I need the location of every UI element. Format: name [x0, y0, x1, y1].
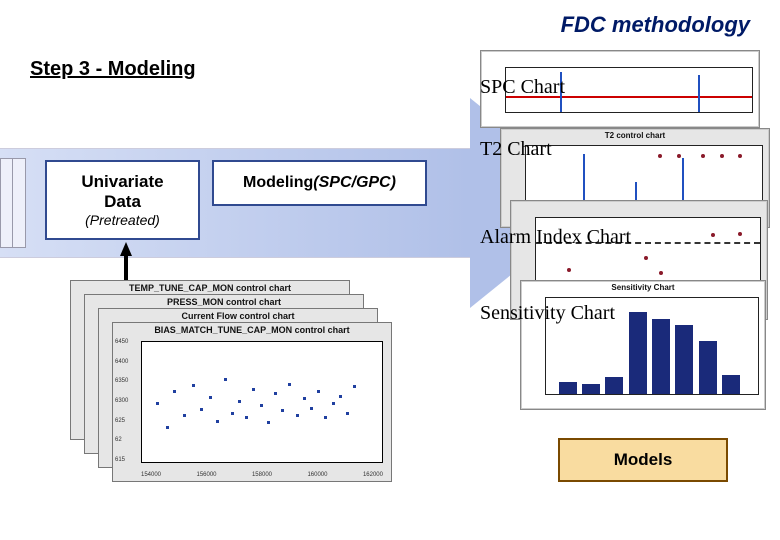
t2-chart-label: T2 Chart: [480, 138, 552, 161]
mini-chart-4: BIAS_MATCH_TUNE_CAP_MON control chart 64…: [112, 322, 392, 482]
univariate-data-box: Univariate Data (Pretreated): [45, 160, 200, 240]
alarm-chart-label: Alarm Index Chart: [480, 226, 631, 249]
mini-chart-2-title: PRESS_MON control chart: [85, 295, 363, 307]
step-heading: Step 3 - Modeling: [30, 58, 196, 81]
modeling-label: Modeling: [243, 174, 313, 192]
modeling-method: (SPC/GPC): [313, 174, 396, 192]
models-output-box: Models: [558, 438, 728, 482]
spc-chart-label: SPC Chart: [480, 76, 565, 99]
sens-thumb-title: Sensitivity Chart: [521, 283, 765, 292]
mini-chart-3-title: Current Flow control chart: [99, 309, 377, 321]
modeling-box: Modeling (SPC/GPC): [212, 160, 427, 206]
input-stack-hint: [0, 158, 28, 248]
arrow-up-stem: [124, 254, 128, 280]
page-title: FDC methodology: [561, 12, 750, 38]
mini-chart-4-xticks: 154000156000 158000160000 162000: [141, 472, 383, 478]
univariate-line3: (Pretreated): [85, 212, 160, 228]
univariate-line1: Univariate: [81, 172, 163, 192]
sensitivity-chart-thumb: Sensitivity Chart: [520, 280, 766, 410]
mini-chart-4-title: BIAS_MATCH_TUNE_CAP_MON control chart: [113, 323, 391, 335]
mini-chart-1-title: TEMP_TUNE_CAP_MON control chart: [71, 281, 349, 293]
univariate-line2: Data: [104, 192, 141, 212]
control-charts-stack: TEMP_TUNE_CAP_MON control chart PRESS_MO…: [70, 280, 400, 490]
sensitivity-chart-label: Sensitivity Chart: [480, 302, 615, 325]
mini-chart-4-yticks: 64506400 63506300 62562 615: [115, 339, 139, 463]
